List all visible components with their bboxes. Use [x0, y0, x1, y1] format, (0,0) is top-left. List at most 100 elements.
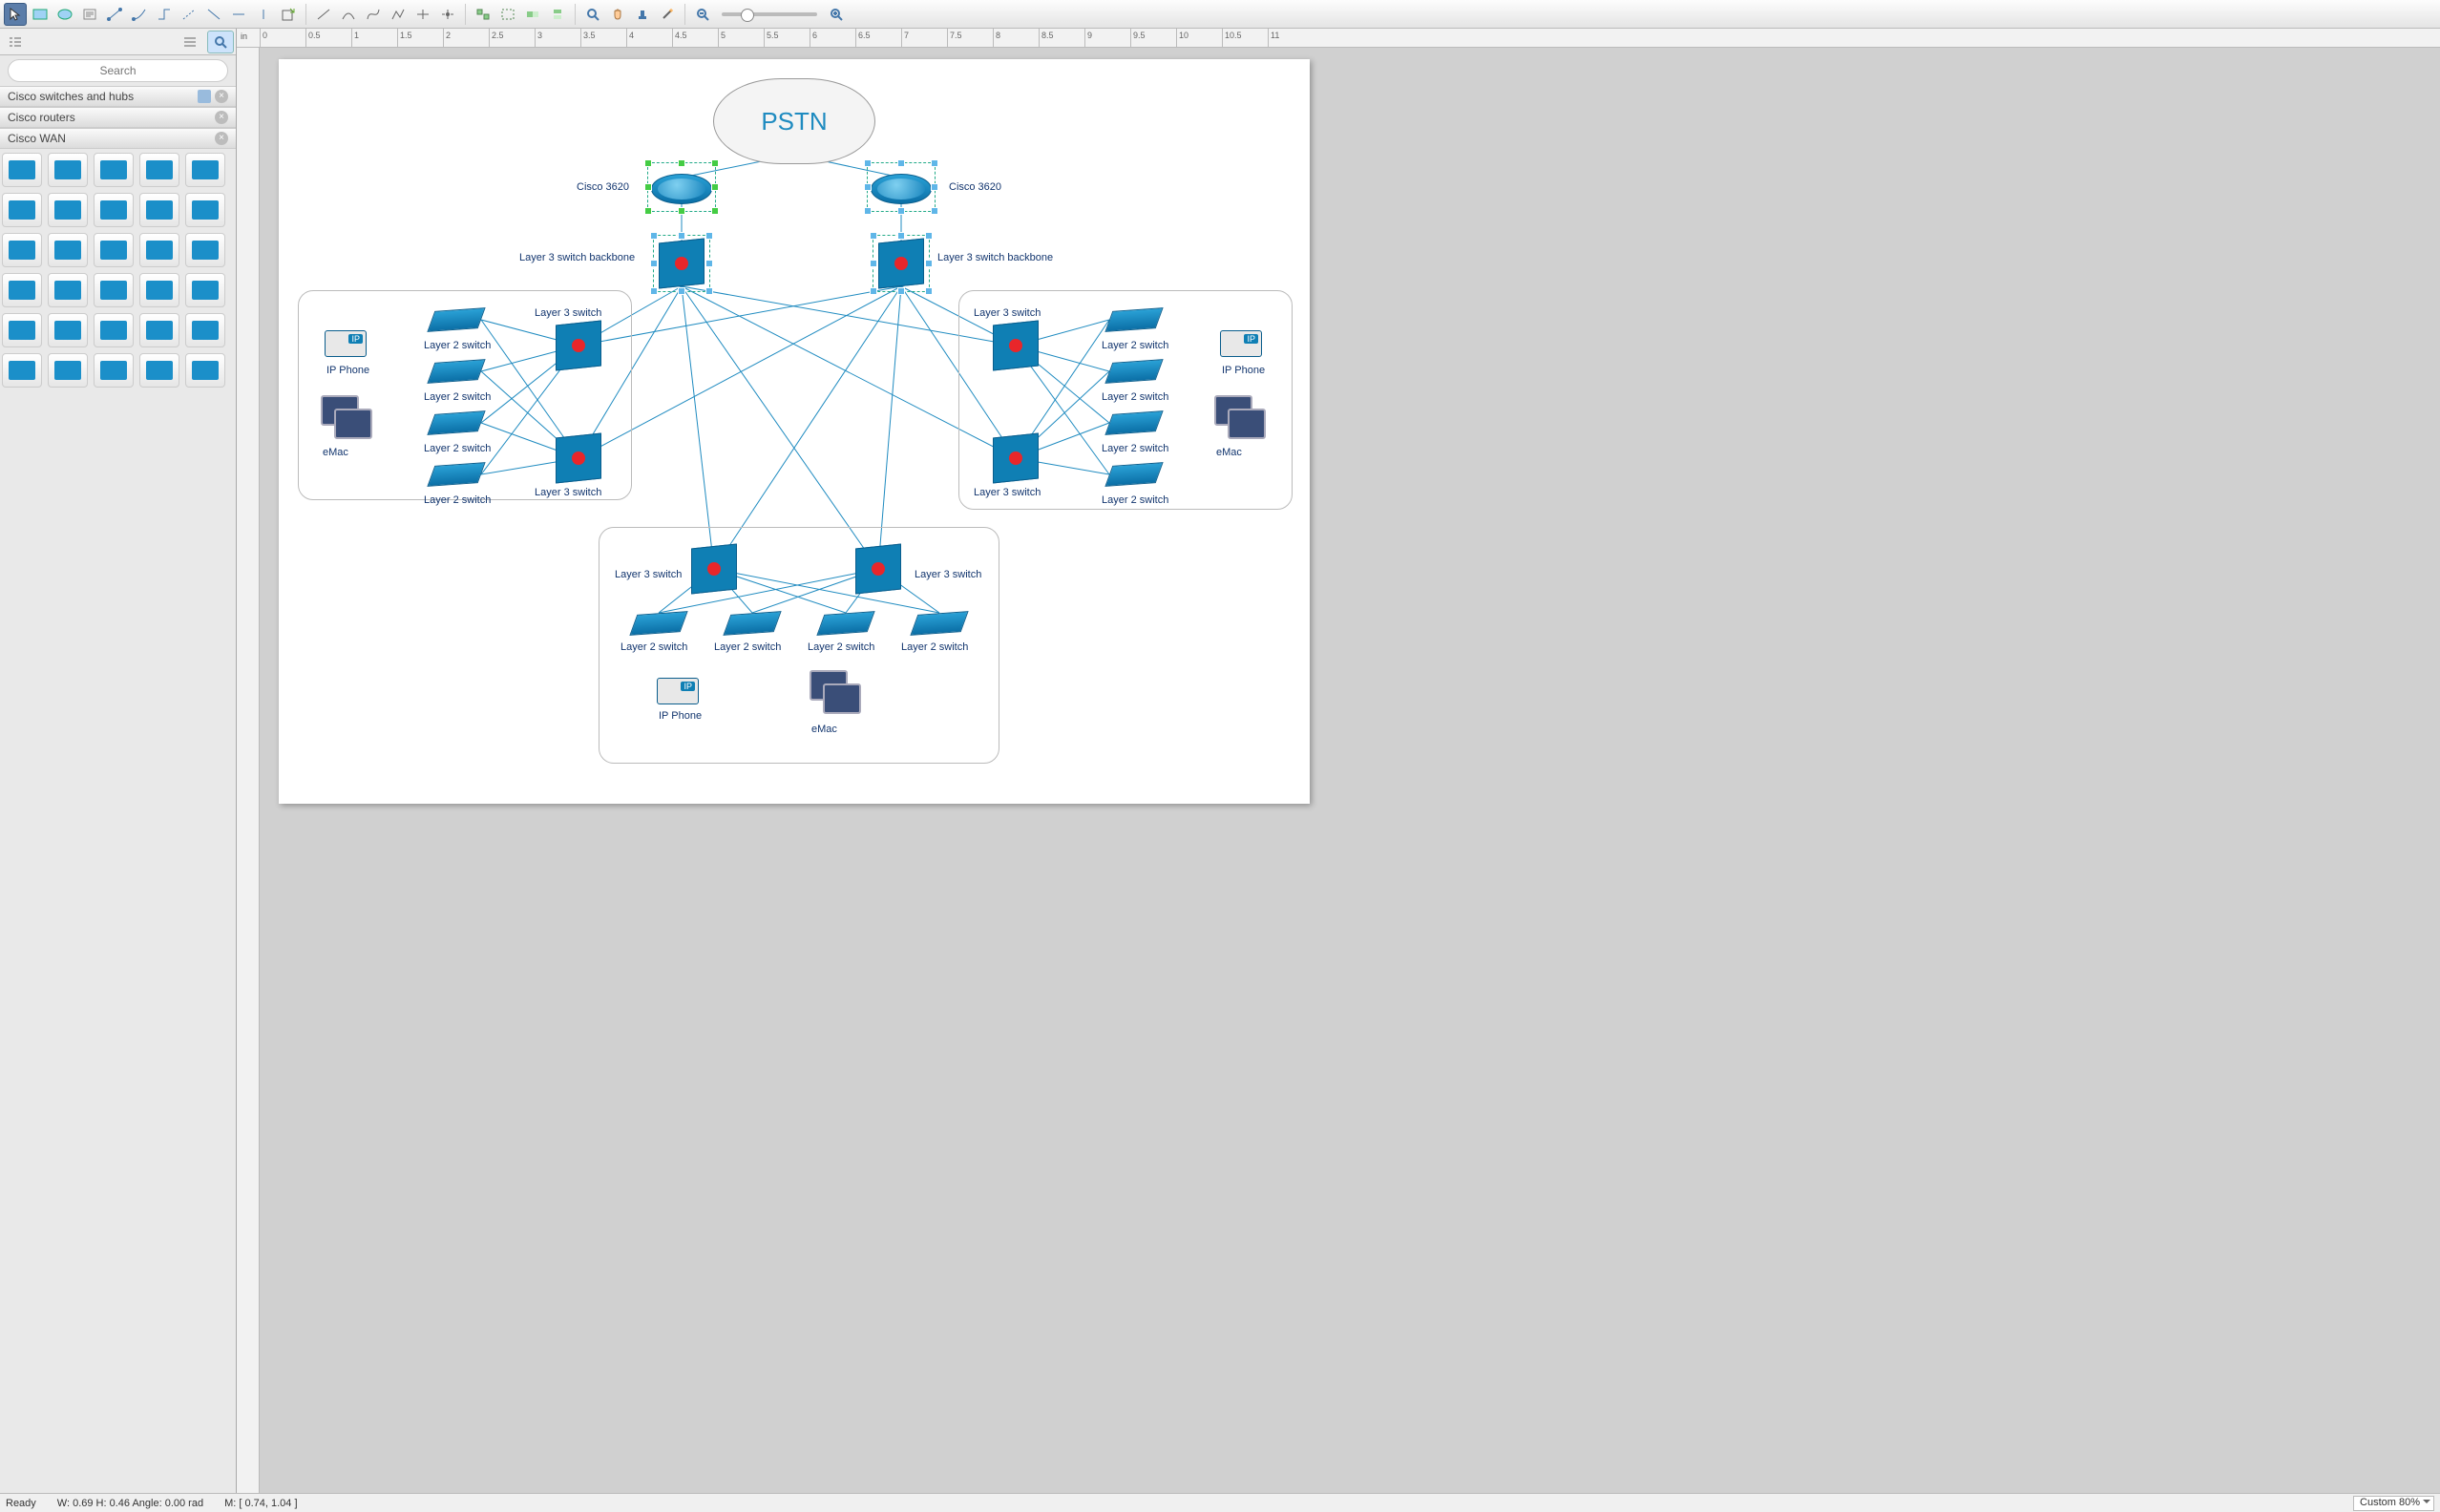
library-shape[interactable] [94, 233, 134, 267]
library-shape[interactable] [139, 353, 179, 388]
cloud-pstn[interactable]: PSTN [713, 78, 875, 164]
ipphone-4[interactable] [657, 678, 699, 704]
zoom-slider[interactable] [722, 12, 817, 16]
library-shape[interactable] [139, 313, 179, 347]
library-shape[interactable] [48, 193, 88, 227]
l2-switch-right-3[interactable] [1109, 464, 1159, 485]
tool-curve-3[interactable] [362, 3, 385, 26]
tool-curve-4[interactable] [387, 3, 410, 26]
l2-switch-bottom-0[interactable] [634, 613, 684, 634]
l2-switch-bottom-2[interactable] [821, 613, 871, 634]
tree-view-tab[interactable] [2, 31, 29, 53]
search-tab[interactable] [207, 31, 234, 53]
category-cisco-routers[interactable]: Cisco routers × [0, 107, 236, 128]
tool-rect[interactable] [29, 3, 52, 26]
tool-wand[interactable] [656, 3, 679, 26]
l3-switch-0[interactable] [556, 323, 601, 368]
tool-zoom[interactable] [581, 3, 604, 26]
library-shape[interactable] [48, 153, 88, 187]
tool-connector-1[interactable] [103, 3, 126, 26]
library-shape[interactable] [139, 233, 179, 267]
ipphone-label: IP Phone [326, 365, 369, 376]
library-shape[interactable] [185, 233, 225, 267]
tool-align-1[interactable] [472, 3, 494, 26]
tool-connector-2[interactable] [128, 3, 151, 26]
library-shape[interactable] [2, 353, 42, 388]
library-shape[interactable] [48, 313, 88, 347]
tool-connector-6[interactable] [227, 3, 250, 26]
library-shape[interactable] [94, 153, 134, 187]
library-shape[interactable] [48, 353, 88, 388]
zoom-combo[interactable]: Custom 80% [2353, 1496, 2434, 1511]
canvas[interactable]: PSTNCisco 3620Cisco 3620Layer 3 switch b… [260, 48, 2440, 1493]
save-icon[interactable] [198, 90, 211, 103]
library-shape[interactable] [185, 273, 225, 307]
page[interactable]: PSTNCisco 3620Cisco 3620Layer 3 switch b… [279, 59, 1310, 804]
library-shape[interactable] [94, 193, 134, 227]
library-shape[interactable] [94, 353, 134, 388]
tool-connector-7[interactable] [252, 3, 275, 26]
library-shape[interactable] [2, 233, 42, 267]
library-shape[interactable] [185, 153, 225, 187]
l2-switch-right-0[interactable] [1109, 309, 1159, 330]
library-shape[interactable] [2, 153, 42, 187]
tool-align-2[interactable] [496, 3, 519, 26]
emac-3[interactable] [1214, 395, 1268, 441]
category-cisco-wan[interactable]: Cisco WAN × [0, 128, 236, 149]
library-shape[interactable] [2, 273, 42, 307]
tool-pointer[interactable] [4, 3, 27, 26]
library-shape[interactable] [2, 193, 42, 227]
l3-switch-3[interactable] [993, 435, 1039, 481]
close-icon[interactable]: × [215, 111, 228, 124]
library-shape[interactable] [185, 193, 225, 227]
tool-align-3[interactable] [521, 3, 544, 26]
top-toolbar [0, 0, 2440, 29]
library-shape[interactable] [139, 273, 179, 307]
tool-align-4[interactable] [546, 3, 569, 26]
category-cisco-switches-hubs[interactable]: Cisco switches and hubs × [0, 86, 236, 107]
l2-switch-left-1[interactable] [431, 361, 481, 382]
tool-curve-1[interactable] [312, 3, 335, 26]
tool-hand[interactable] [606, 3, 629, 26]
library-shape[interactable] [48, 233, 88, 267]
tool-connector-3[interactable] [153, 3, 176, 26]
list-view-tab[interactable] [177, 31, 203, 53]
ipphone-2[interactable] [1220, 330, 1262, 357]
library-shape[interactable] [185, 353, 225, 388]
l2-switch-bottom-1[interactable] [727, 613, 777, 634]
l2-switch-left-3[interactable] [431, 464, 481, 485]
tool-connector-5[interactable] [202, 3, 225, 26]
l2-switch-bottom-3[interactable] [915, 613, 964, 634]
zoom-in-button[interactable] [825, 3, 848, 26]
close-icon[interactable]: × [215, 90, 228, 103]
library-shape[interactable] [94, 313, 134, 347]
tool-curve-5[interactable] [411, 3, 434, 26]
l2-switch-right-2[interactable] [1109, 412, 1159, 433]
search-input[interactable] [8, 59, 228, 82]
library-shape[interactable] [2, 313, 42, 347]
library-shape[interactable] [48, 273, 88, 307]
tool-curve-2[interactable] [337, 3, 360, 26]
l2-switch-left-2[interactable] [431, 412, 481, 433]
tool-curve-6[interactable] [436, 3, 459, 26]
library-shape[interactable] [139, 193, 179, 227]
tool-ellipse[interactable] [53, 3, 76, 26]
tool-stamp[interactable] [631, 3, 654, 26]
emac-5[interactable] [810, 670, 863, 716]
emac-1[interactable] [321, 395, 374, 441]
l3-switch-4[interactable] [691, 546, 737, 592]
close-icon[interactable]: × [215, 132, 228, 145]
l3-switch-2[interactable] [993, 323, 1039, 368]
l3-switch-1[interactable] [556, 435, 601, 481]
l2-switch-right-1[interactable] [1109, 361, 1159, 382]
tool-text[interactable] [78, 3, 101, 26]
library-shape[interactable] [185, 313, 225, 347]
library-shape[interactable] [139, 153, 179, 187]
ipphone-0[interactable] [325, 330, 367, 357]
zoom-out-button[interactable] [691, 3, 714, 26]
library-shape[interactable] [94, 273, 134, 307]
l2-switch-left-0[interactable] [431, 309, 481, 330]
tool-connector-4[interactable] [178, 3, 200, 26]
tool-export[interactable] [277, 3, 300, 26]
l3-switch-5[interactable] [855, 546, 901, 592]
